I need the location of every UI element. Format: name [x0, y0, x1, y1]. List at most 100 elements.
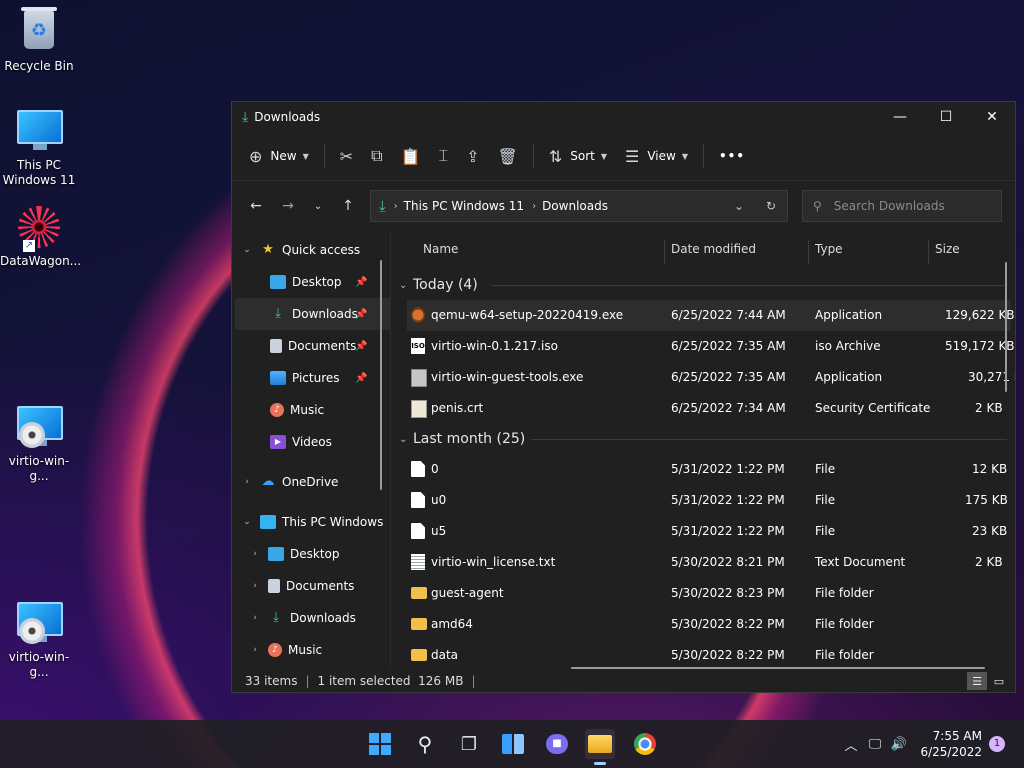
nav-pc-music[interactable]: › ♪ Music — [232, 634, 390, 666]
up-button[interactable]: ↑ — [332, 190, 364, 222]
nav-quick-videos[interactable]: ▶ Videos — [232, 426, 390, 458]
column-header-type[interactable]: Type — [815, 242, 843, 256]
widgets-button[interactable] — [498, 729, 528, 759]
sort-button[interactable]: ⇅ Sort ▼ — [540, 140, 616, 172]
new-button[interactable]: ⊕ New ▼ — [240, 140, 318, 172]
recent-locations-button[interactable]: ⌄ — [304, 190, 332, 222]
search-box[interactable]: ⚲ — [802, 190, 1002, 222]
close-button[interactable]: ✕ — [969, 102, 1015, 132]
start-button[interactable] — [365, 729, 395, 759]
chevron-down-icon[interactable]: ⌄ — [238, 245, 256, 255]
table-row[interactable]: guest-agent 5/30/2022 8:23 PM File folde… — [391, 578, 1015, 609]
cloud-icon: ☁ — [261, 474, 275, 489]
table-row[interactable]: penis.crt 6/25/2022 7:34 AM Security Cer… — [391, 393, 1015, 424]
table-row[interactable]: virtio-win-guest-tools.exe 6/25/2022 7:3… — [391, 362, 1015, 393]
file-icon — [411, 492, 425, 508]
column-divider[interactable] — [928, 240, 929, 264]
chevron-right-icon[interactable]: › — [238, 477, 256, 487]
pin-icon: 📌 — [355, 308, 368, 320]
volume-icon[interactable]: 🔊 — [888, 737, 910, 752]
breadcrumb-this-pc[interactable]: This PC Windows 11 — [404, 199, 524, 213]
nav-onedrive[interactable]: › ☁ OneDrive — [232, 466, 390, 498]
desktop-icon-datawagon[interactable]: ↗ DataWagon... — [0, 206, 81, 269]
nav-quick-access[interactable]: ⌄ ★ Quick access — [232, 234, 390, 266]
address-bar[interactable]: ⤓ › This PC Windows 11 › Downloads ⌄ ↻ — [370, 190, 788, 222]
table-row[interactable]: data 5/30/2022 8:22 PM File folder — [391, 640, 1015, 670]
chevron-right-icon[interactable]: › — [246, 645, 264, 655]
network-icon[interactable]: 🖵 — [862, 737, 888, 752]
nav-quick-music[interactable]: ♪ Music — [232, 394, 390, 426]
desktop-folder-icon — [270, 275, 286, 289]
nav-this-pc[interactable]: ⌄ This PC Windows — [232, 506, 390, 538]
desktop-icon-recycle-bin[interactable]: Recycle Bin — [0, 7, 78, 74]
chevron-right-icon[interactable]: › — [246, 549, 264, 559]
table-row[interactable]: virtio-win_license.txt 5/30/2022 8:21 PM… — [391, 547, 1015, 578]
rename-button[interactable]: ⌶ — [430, 140, 458, 172]
horizontal-scrollbar[interactable] — [571, 667, 985, 669]
column-header-name[interactable]: Name — [423, 242, 458, 256]
back-button[interactable]: ← — [240, 190, 272, 222]
chevron-right-icon[interactable]: › — [246, 581, 264, 591]
task-view-button[interactable]: ❐ — [454, 729, 484, 759]
vertical-scrollbar[interactable] — [1005, 262, 1007, 392]
table-row[interactable]: u5 5/31/2022 1:22 PM File 23 KB — [391, 516, 1015, 547]
paste-button[interactable]: 📋 — [392, 140, 430, 172]
breadcrumb-downloads[interactable]: Downloads — [542, 199, 608, 213]
desktop-icon-this-pc[interactable]: This PC Windows 11 — [0, 106, 78, 188]
file-icon — [411, 461, 425, 477]
table-row[interactable]: qemu-w64-setup-20220419.exe 6/25/2022 7:… — [407, 300, 1015, 331]
notification-badge[interactable]: 1 — [989, 736, 1005, 752]
nav-quick-pictures[interactable]: Pictures 📌 — [232, 362, 390, 394]
table-row[interactable]: ISO virtio-win-0.1.217.iso 6/25/2022 7:3… — [391, 331, 1015, 362]
chevron-down-icon: ⌄ — [399, 433, 408, 445]
file-name: data — [431, 648, 459, 662]
folder-icon — [588, 735, 612, 753]
nav-pc-documents[interactable]: › Documents — [232, 570, 390, 602]
file-size: 23 KB — [972, 524, 1008, 538]
details-view-button[interactable]: ☰ — [967, 672, 987, 690]
chrome-taskbar-button[interactable] — [630, 729, 660, 759]
desktop-icon-virtio-1[interactable]: virtio-win-g... — [0, 402, 78, 484]
chevron-up-icon[interactable]: ︿ — [840, 735, 862, 754]
chevron-right-icon[interactable]: › — [246, 613, 264, 623]
maximize-button[interactable]: ☐ — [923, 102, 969, 132]
nav-label: Documents — [286, 579, 355, 593]
title-bar[interactable]: ⤓ Downloads — ☐ ✕ — [232, 102, 1015, 132]
certificate-icon — [411, 400, 427, 418]
nav-pc-desktop[interactable]: › Desktop — [232, 538, 390, 570]
taskbar-search-button[interactable]: ⚲ — [410, 729, 440, 759]
file-type: File folder — [815, 586, 874, 600]
chevron-down-icon[interactable]: ⌄ — [238, 517, 256, 527]
column-divider[interactable] — [808, 240, 809, 264]
teams-chat-button[interactable]: ■ — [542, 729, 572, 759]
table-row[interactable]: 0 5/31/2022 1:22 PM File 12 KB — [391, 454, 1015, 485]
group-header-today[interactable]: ⌄ Today (4) — [391, 270, 1015, 300]
table-row[interactable]: u0 5/31/2022 1:22 PM File 175 KB — [391, 485, 1015, 516]
minimize-button[interactable]: — — [877, 102, 923, 132]
desktop-icon-virtio-2[interactable]: virtio-win-g... — [0, 598, 78, 680]
search-input[interactable] — [831, 198, 986, 214]
file-size: 2 KB — [975, 555, 1003, 569]
nav-quick-downloads[interactable]: ⤓ Downloads 📌 — [235, 298, 390, 330]
nav-quick-documents[interactable]: Documents 📌 — [232, 330, 390, 362]
more-options-button[interactable]: ••• — [710, 140, 754, 172]
tiles-view-button[interactable]: ▭ — [989, 672, 1009, 690]
view-button[interactable]: ☰ View ▼ — [616, 140, 697, 172]
column-divider[interactable] — [664, 240, 665, 264]
nav-quick-desktop[interactable]: Desktop 📌 — [232, 266, 390, 298]
table-row[interactable]: amd64 5/30/2022 8:22 PM File folder — [391, 609, 1015, 640]
file-explorer-taskbar-button[interactable] — [585, 729, 615, 765]
group-header-last-month[interactable]: ⌄ Last month (25) — [391, 424, 1015, 454]
share-button[interactable]: ⇪ — [457, 140, 488, 172]
column-header-date[interactable]: Date modified — [671, 242, 756, 256]
nav-pc-downloads[interactable]: › ⤓ Downloads — [232, 602, 390, 634]
delete-button[interactable]: 🗑 — [489, 140, 527, 172]
taskbar-clock[interactable]: 7:55 AM 6/25/2022 — [920, 728, 982, 760]
cut-button[interactable]: ✂ — [331, 140, 362, 172]
nav-scrollbar[interactable] — [380, 260, 382, 490]
column-header-size[interactable]: Size — [935, 242, 960, 256]
copy-button[interactable]: ⧉ — [362, 140, 391, 172]
refresh-icon[interactable]: ↻ — [755, 199, 787, 213]
address-history-chevron-icon[interactable]: ⌄ — [723, 199, 755, 213]
forward-button[interactable]: → — [272, 190, 304, 222]
